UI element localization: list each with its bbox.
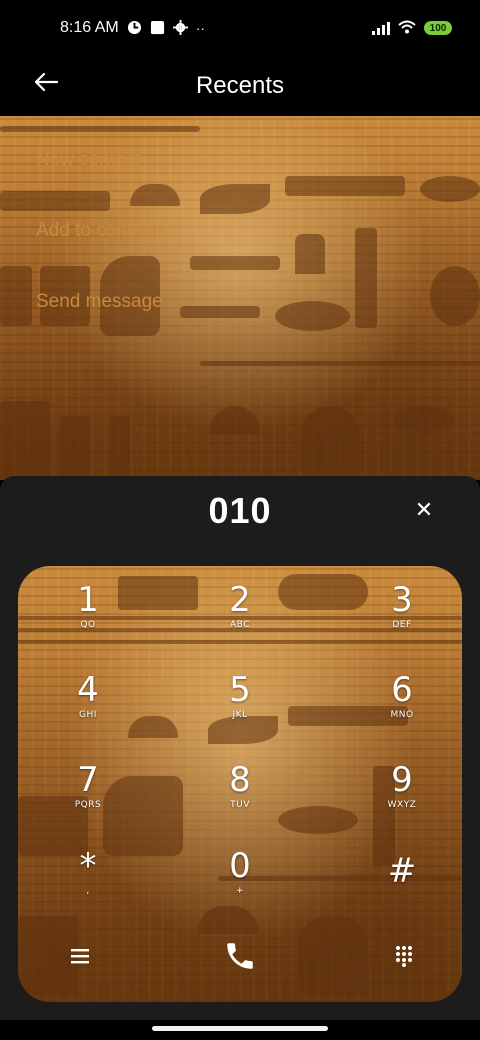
dialer-panel: 010 ✕ 1 QO 2 ABC 3 DEF 4 GHI 5 JKL 6 MNO… [0,476,480,1020]
key-3[interactable]: 3 DEF [342,566,462,646]
phone-icon [227,943,253,969]
key-digit: 3 [391,580,413,620]
clear-button[interactable]: ✕ [408,494,440,526]
key-digit: 0 [229,846,251,886]
home-indicator[interactable] [152,1026,328,1031]
key-digit: # [387,851,417,891]
key-0[interactable]: 0 + [180,832,300,912]
dialed-number: 010 [208,490,272,531]
signal-icon [372,21,390,35]
square-icon [150,20,165,37]
key-5[interactable]: 5 JKL [180,656,300,736]
key-7[interactable]: 7 PQRS [28,746,148,826]
media-icon [127,20,142,37]
menu-item-new-contact[interactable]: New contact [36,150,167,221]
key-letters: ABC [230,620,250,630]
key-letters: WXYZ [387,800,417,810]
key-digit: 4 [77,670,99,710]
close-icon: ✕ [414,497,434,522]
key-6[interactable]: 6 MNO [342,656,462,736]
arrow-left-icon [34,72,59,92]
dialpad-icon [396,946,412,967]
key-letters: DEF [392,620,412,630]
hamburger-menu-icon [71,949,89,964]
key-2[interactable]: 2 ABC [180,566,300,646]
key-digit: 2 [229,580,251,620]
key-digit: 6 [391,670,413,710]
menu-item-add-to-contacts[interactable]: Add to contacts [36,221,167,292]
wifi-icon [398,20,416,36]
dialpad-toggle-button[interactable] [374,928,434,984]
key-letters: + [235,886,245,896]
key-letters: , [86,886,90,896]
key-digit: 5 [229,670,251,710]
menu-item-send-message[interactable]: Send message [36,292,167,363]
status-bar: 8:16 AM ·· 100 [0,0,480,56]
key-4[interactable]: 4 GHI [28,656,148,736]
page-title: Recents [195,72,285,99]
key-9[interactable]: 9 WXYZ [342,746,462,826]
key-digit: 1 [77,580,99,620]
key-1[interactable]: 1 QO [28,566,148,646]
back-button[interactable] [30,66,62,98]
settings-icon [172,19,188,37]
key-digit: 7 [77,760,99,800]
dialpad: 1 QO 2 ABC 3 DEF 4 GHI 5 JKL 6 MNO 7 PQR… [18,566,462,1002]
status-time: 8:16 AM [60,19,119,36]
context-menu: New contact Add to contacts Send message [36,150,167,363]
key-letters: TUV [230,800,250,810]
call-button[interactable] [210,928,270,984]
key-letters: MNO [390,710,414,720]
number-row: 010 ✕ [0,476,480,546]
more-dots-icon: ·· [195,20,206,36]
key-letters: JKL [232,710,248,720]
key-8[interactable]: 8 TUV [180,746,300,826]
app-header: Recents [0,56,480,116]
key-digit: * [79,846,97,886]
menu-button[interactable] [50,928,110,984]
key-star[interactable]: * , [28,832,148,912]
navigation-bar [0,1020,480,1040]
wallpaper-background: New contact Add to contacts Send message [0,116,480,480]
key-letters: GHI [79,710,97,720]
key-digit: 8 [229,760,251,800]
key-letters: PQRS [74,800,102,810]
battery-icon: 100 [424,21,452,35]
key-digit: 9 [391,760,413,800]
key-hash[interactable]: # [342,832,462,912]
key-letters: QO [80,620,96,630]
